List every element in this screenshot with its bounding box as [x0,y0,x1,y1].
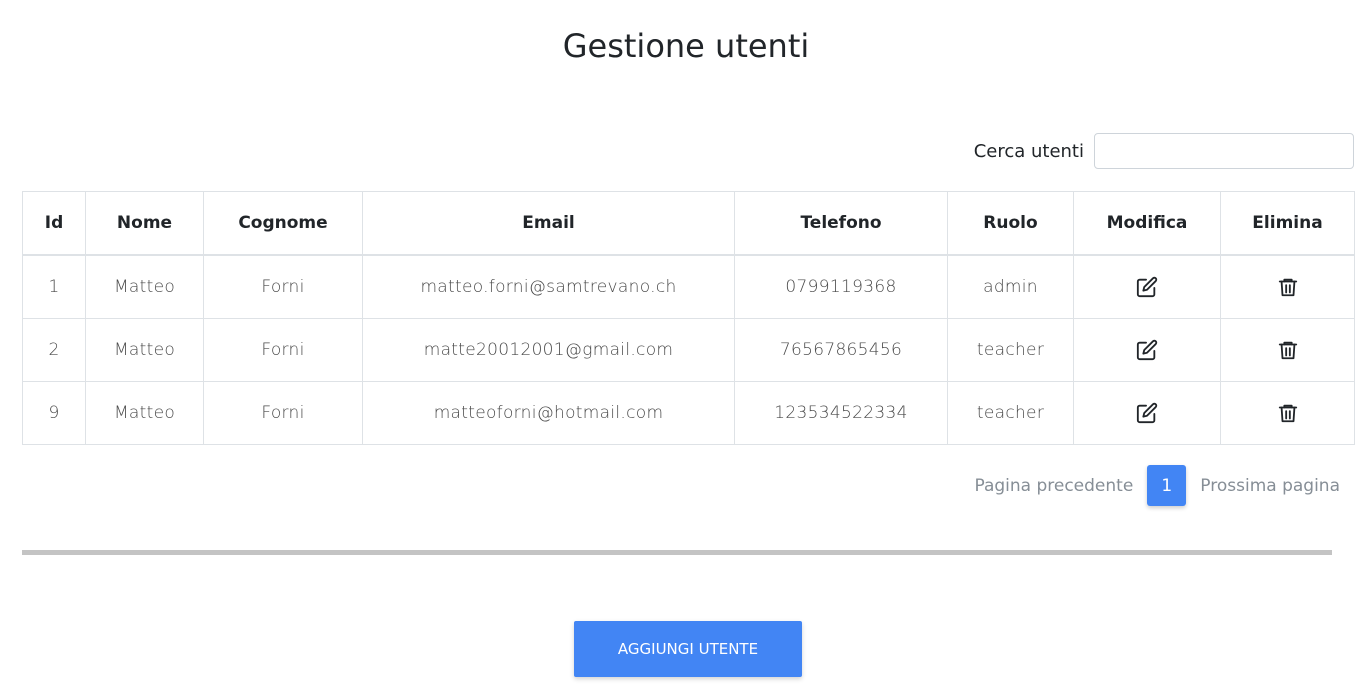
table-body: 1 Matteo Forni matteo.forni@samtrevano.c… [22,254,1355,445]
cell-cognome: Forni [203,254,363,319]
cell-elimina [1220,254,1355,319]
cell-modifica [1073,254,1221,319]
column-header-modifica: Modifica [1073,191,1221,256]
cell-ruolo: admin [947,254,1074,319]
cell-nome: Matteo [85,254,204,319]
cell-id: 2 [22,318,86,382]
divider [22,550,1332,555]
cell-ruolo: teacher [947,318,1074,382]
column-header-nome: Nome [85,191,204,256]
cell-nome: Matteo [85,318,204,382]
cell-ruolo: teacher [947,381,1074,445]
column-header-elimina: Elimina [1220,191,1355,256]
cell-telefono: 0799119368 [734,254,948,319]
add-user-button[interactable]: AGGIUNGI UTENTE [574,621,802,677]
edit-icon[interactable] [1136,276,1158,298]
page-number-button[interactable]: 1 [1147,465,1187,506]
cell-nome: Matteo [85,381,204,445]
cell-modifica [1073,318,1221,382]
edit-icon[interactable] [1136,339,1158,361]
cell-cognome: Forni [203,381,363,445]
previous-page-link[interactable]: Pagina precedente [960,476,1147,496]
trash-icon[interactable] [1277,402,1299,424]
search-input[interactable] [1094,133,1354,169]
users-table: Id Nome Cognome Email Telefono Ruolo Mod… [22,191,1355,445]
cell-elimina [1220,318,1355,382]
cell-telefono: 76567865456 [734,318,948,382]
cell-cognome: Forni [203,318,363,382]
cell-id: 1 [22,254,86,319]
table-row: 1 Matteo Forni matteo.forni@samtrevano.c… [22,254,1355,319]
trash-icon[interactable] [1277,276,1299,298]
next-page-link[interactable]: Prossima pagina [1186,476,1354,496]
cell-email: matteoforni@hotmail.com [362,381,735,445]
cell-email: matte20012001@gmail.com [362,318,735,382]
cell-id: 9 [22,381,86,445]
table-row: 9 Matteo Forni matteoforni@hotmail.com 1… [22,381,1355,445]
column-header-id: Id [22,191,86,256]
cell-modifica [1073,381,1221,445]
search-label: Cerca utenti [973,140,1084,162]
trash-icon[interactable] [1277,339,1299,361]
column-header-email: Email [362,191,735,256]
cell-email: matteo.forni@samtrevano.ch [362,254,735,319]
user-management-page: Gestione utenti Cerca utenti Id Nome Cog… [0,0,1372,693]
column-header-cognome: Cognome [203,191,363,256]
cell-telefono: 123534522334 [734,381,948,445]
column-header-ruolo: Ruolo [947,191,1074,256]
cell-elimina [1220,381,1355,445]
table-row: 2 Matteo Forni matte20012001@gmail.com 7… [22,318,1355,382]
edit-icon[interactable] [1136,402,1158,424]
pagination: Pagina precedente 1 Prossima pagina [960,465,1354,506]
page-title: Gestione utenti [562,27,810,65]
column-header-telefono: Telefono [734,191,948,256]
search-bar: Cerca utenti [974,133,1354,169]
table-header: Id Nome Cognome Email Telefono Ruolo Mod… [22,191,1355,256]
table-header-row: Id Nome Cognome Email Telefono Ruolo Mod… [22,191,1355,256]
